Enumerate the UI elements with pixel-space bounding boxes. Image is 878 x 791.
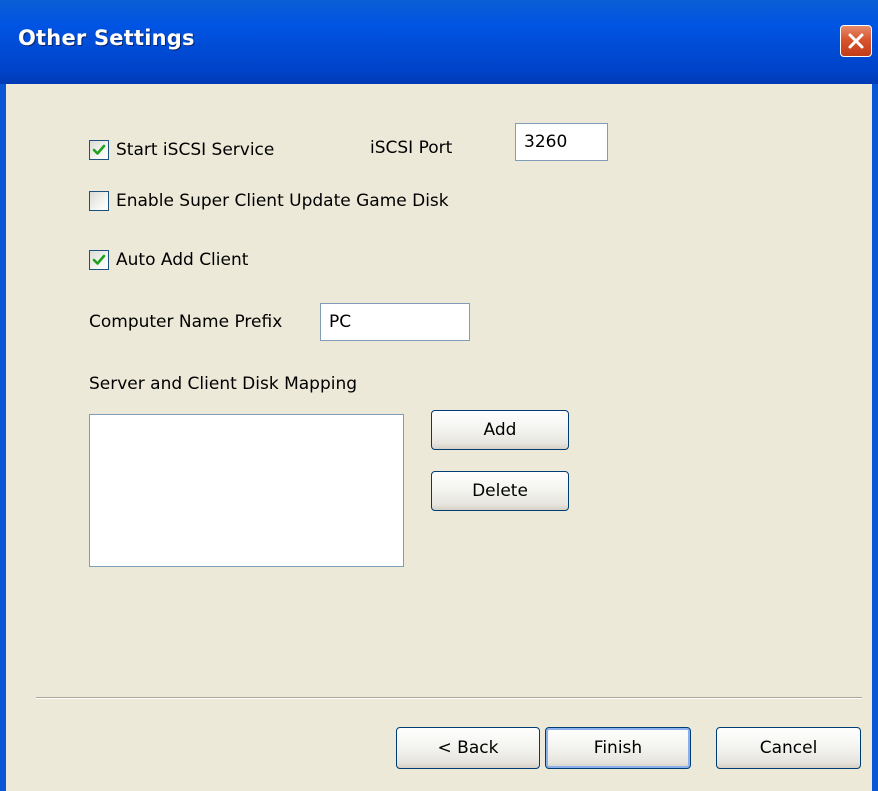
super-client-update-label[interactable]: Enable Super Client Update Game Disk <box>116 191 449 211</box>
close-button[interactable] <box>840 25 872 57</box>
start-iscsi-checkbox[interactable] <box>89 140 109 160</box>
iscsi-port-label: iSCSI Port <box>370 138 453 158</box>
title-bar[interactable]: Other Settings <box>0 0 878 84</box>
window-title: Other Settings <box>18 26 195 50</box>
cancel-button[interactable]: Cancel <box>716 727 861 769</box>
back-button[interactable]: < Back <box>396 727 540 769</box>
computer-name-prefix-label: Computer Name Prefix <box>89 312 283 332</box>
super-client-update-checkbox[interactable] <box>89 191 109 211</box>
disk-mapping-list[interactable] <box>89 414 404 567</box>
auto-add-client-label[interactable]: Auto Add Client <box>116 250 248 270</box>
start-iscsi-label[interactable]: Start iSCSI Service <box>116 140 274 160</box>
other-settings-dialog: Other Settings Start iSCSI Service iSCSI… <box>0 0 878 791</box>
add-mapping-button[interactable]: Add <box>431 410 569 450</box>
footer-separator <box>36 697 862 699</box>
window-border-right <box>872 84 878 791</box>
disk-mapping-label: Server and Client Disk Mapping <box>89 374 358 394</box>
delete-mapping-button[interactable]: Delete <box>431 471 569 511</box>
finish-button[interactable]: Finish <box>545 727 691 769</box>
iscsi-port-input[interactable] <box>515 123 608 161</box>
auto-add-client-checkbox[interactable] <box>89 250 109 270</box>
computer-name-prefix-input[interactable] <box>320 303 470 341</box>
